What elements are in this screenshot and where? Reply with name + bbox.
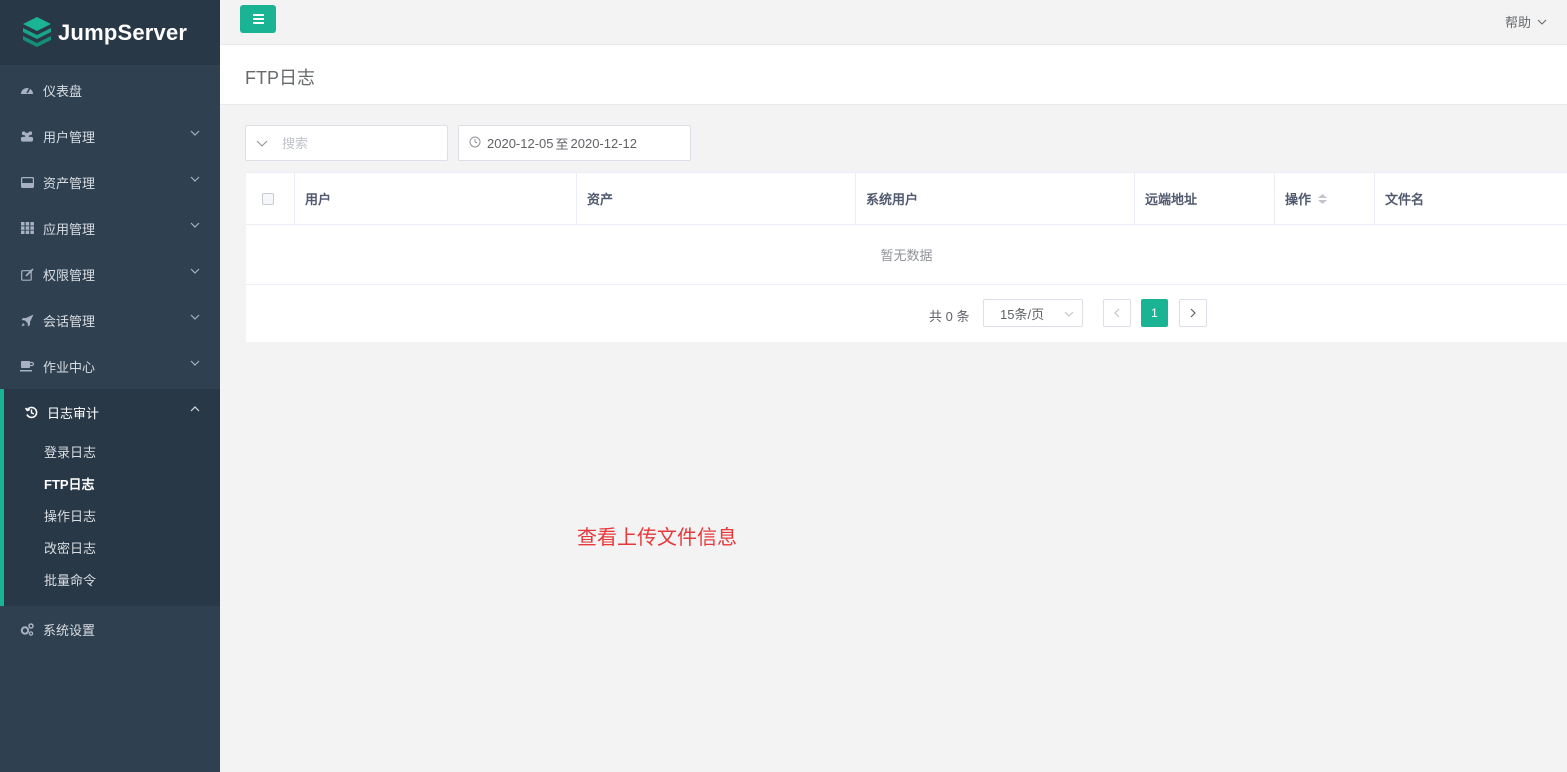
- chevron-down-icon: [190, 314, 200, 320]
- sidebar-subitem-password-change-log[interactable]: 改密日志: [4, 531, 220, 563]
- sidebar-item-label: 会话管理: [43, 313, 96, 329]
- hamburger-icon: [252, 14, 264, 24]
- sidebar-item-settings[interactable]: 系统设置: [0, 606, 220, 652]
- history-icon: [24, 405, 38, 419]
- chevron-right-icon: [1190, 308, 1196, 318]
- page-heading: FTP日志: [220, 45, 1567, 105]
- next-page-button[interactable]: [1179, 299, 1207, 327]
- chevron-down-icon: [1064, 311, 1074, 317]
- chevron-left-icon: [1114, 308, 1120, 318]
- sidebar-item-assets[interactable]: 资产管理: [0, 159, 220, 205]
- sidebar-item-sessions[interactable]: 会话管理: [0, 297, 220, 343]
- page-size-value: 15条/页: [1000, 306, 1045, 322]
- column-header-operate[interactable]: 操作: [1275, 173, 1375, 224]
- date-range-picker[interactable]: 2020-12-05 至 2020-12-12: [458, 125, 691, 161]
- sidebar-subitem-ftp-log[interactable]: FTP日志: [4, 467, 220, 499]
- audit-submenu: 登录日志 FTP日志 操作日志 改密日志 批量命令: [4, 435, 220, 606]
- sidebar-item-label: 日志审计: [47, 405, 100, 421]
- column-header-remote-addr: 远端地址: [1135, 173, 1275, 224]
- select-all-checkbox[interactable]: [262, 192, 274, 205]
- empty-state: 暂无数据: [246, 225, 1567, 285]
- logo[interactable]: JumpServer: [0, 0, 220, 65]
- column-header-asset: 资产: [577, 173, 856, 224]
- cogs-icon: [20, 622, 34, 636]
- sidebar-group-audit: 日志审计 登录日志 FTP日志 操作日志 改密日志 批量命令: [0, 389, 220, 606]
- brand-name: JumpServer: [58, 19, 188, 45]
- rocket-icon: [20, 313, 34, 327]
- date-range-separator: 至: [555, 136, 569, 152]
- clock-icon: [469, 136, 481, 147]
- sidebar-item-jobs[interactable]: 作业中心: [0, 343, 220, 389]
- toggle-sidebar-button[interactable]: [240, 5, 276, 33]
- sidebar-item-dashboard[interactable]: 仪表盘: [0, 67, 220, 113]
- sidebar-subitem-operate-log[interactable]: 操作日志: [4, 499, 220, 531]
- prev-page-button[interactable]: [1103, 299, 1131, 327]
- grid-icon: [20, 221, 34, 235]
- chevron-down-icon: [190, 360, 200, 366]
- sidebar-item-label: 用户管理: [43, 129, 96, 145]
- edit-icon: [20, 267, 34, 281]
- help-label: 帮助: [1504, 15, 1531, 30]
- chevron-down-icon: [190, 130, 200, 136]
- chevron-down-icon: [1537, 19, 1547, 25]
- column-header-system-user: 系统用户: [856, 173, 1135, 224]
- page-size-select[interactable]: 15条/页: [983, 299, 1083, 327]
- sidebar: JumpServer 仪表盘 用户管理 资产管理 应用管理 权限管理 会话管理 …: [0, 0, 220, 772]
- pagination-total: 共 0 条: [929, 306, 970, 325]
- pagination: 共 0 条 15条/页 1: [246, 299, 1567, 329]
- users-icon: [20, 129, 34, 143]
- sidebar-item-label: 应用管理: [43, 221, 96, 237]
- ftp-log-table: 用户 资产 系统用户 远端地址 操作 文件名 暂无数据 共 0 条 15条/页 …: [246, 172, 1567, 342]
- chevron-down-icon: [190, 176, 200, 182]
- jumpserver-logo-icon: [23, 16, 51, 47]
- sidebar-item-users[interactable]: 用户管理: [0, 113, 220, 159]
- sidebar-item-permissions[interactable]: 权限管理: [0, 251, 220, 297]
- date-range-end: 2020-12-12: [570, 135, 638, 151]
- page-title: FTP日志: [245, 68, 315, 88]
- sort-icon: [1318, 193, 1328, 204]
- chevron-down-icon: [190, 222, 200, 228]
- top-navbar: 帮助: [220, 0, 1567, 45]
- help-menu[interactable]: 帮助: [1505, 12, 1547, 31]
- sidebar-item-label: 作业中心: [43, 359, 96, 375]
- pagination-total-suffix: 条: [956, 309, 970, 324]
- column-header-operate-label: 操作: [1285, 192, 1312, 207]
- date-range-start: 2020-12-05: [487, 135, 554, 151]
- table-header: 用户 资产 系统用户 远端地址 操作 文件名: [246, 173, 1567, 225]
- sidebar-item-label: 权限管理: [43, 267, 96, 283]
- column-header-user: 用户: [295, 173, 577, 224]
- annotation-text: 查看上传文件信息: [577, 527, 737, 549]
- pagination-total-prefix: 共: [929, 309, 943, 324]
- dashboard-icon: [20, 83, 34, 97]
- column-header-filename: 文件名: [1385, 192, 1425, 207]
- chevron-down-icon: [256, 140, 268, 147]
- sidebar-item-applications[interactable]: 应用管理: [0, 205, 220, 251]
- sidebar-subitem-batch-command[interactable]: 批量命令: [4, 563, 220, 595]
- search-input[interactable]: [282, 135, 432, 151]
- sidebar-item-label: 资产管理: [43, 175, 96, 191]
- chevron-down-icon: [190, 268, 200, 274]
- sidebar-item-label: 仪表盘: [43, 83, 83, 99]
- pagination-total-count: 0: [945, 309, 953, 324]
- sidebar-subitem-login-log[interactable]: 登录日志: [4, 435, 220, 467]
- inbox-icon: [20, 175, 34, 189]
- select-all-cell: [246, 173, 295, 224]
- chevron-up-icon: [190, 406, 200, 412]
- search-field-selector[interactable]: [246, 138, 278, 148]
- search-box: [245, 125, 448, 161]
- sidebar-item-audit[interactable]: 日志审计: [4, 389, 220, 435]
- coffee-icon: [20, 359, 34, 373]
- sidebar-item-label: 系统设置: [43, 622, 96, 638]
- page-number-button[interactable]: 1: [1141, 299, 1168, 327]
